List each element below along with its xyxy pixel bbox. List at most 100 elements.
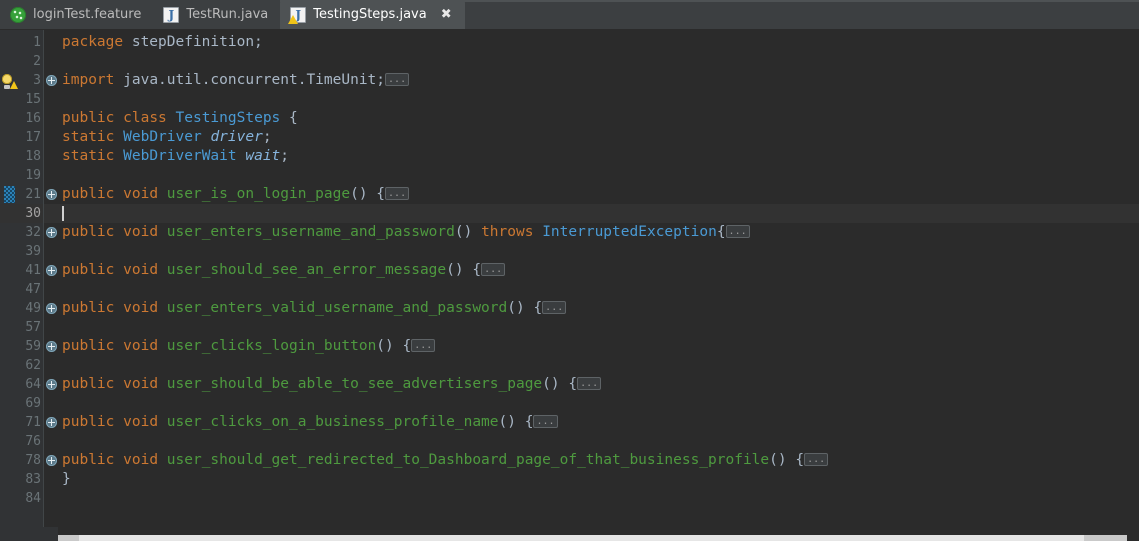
fold-slot	[44, 90, 58, 109]
collapsed-fold-placeholder[interactable]: ...	[542, 300, 567, 314]
gutter-marker-slot	[0, 261, 20, 280]
collapsed-fold-placeholder[interactable]: ...	[481, 262, 506, 276]
code-line[interactable]	[58, 242, 1139, 261]
collapsed-fold-placeholder[interactable]: ...	[533, 414, 558, 428]
fold-slot	[44, 394, 58, 413]
code-line[interactable]: public void user_clicks_on_a_business_pr…	[58, 413, 1139, 432]
horizontal-scrollbar-track[interactable]	[58, 535, 1127, 541]
code-line[interactable]: public void user_should_see_an_error_mes…	[58, 261, 1139, 280]
line-number[interactable]: 3	[20, 71, 43, 90]
fold-expand-icon[interactable]	[46, 265, 57, 276]
code-line[interactable]	[58, 204, 1139, 223]
collapsed-fold-placeholder[interactable]: ...	[411, 338, 436, 352]
line-number[interactable]: 47	[20, 280, 43, 299]
line-number[interactable]: 2	[20, 52, 43, 71]
line-number[interactable]: 78	[20, 451, 43, 470]
code-line[interactable]: public void user_is_on_login_page() {...	[58, 185, 1139, 204]
code-token-plain: () {	[376, 338, 412, 354]
line-number[interactable]: 84	[20, 489, 43, 508]
line-number[interactable]: 17	[20, 128, 43, 147]
code-line[interactable]: import java.util.concurrent.TimeUnit;...	[58, 71, 1139, 90]
gutter-marker-slot	[0, 242, 20, 261]
code-line[interactable]: public void user_enters_username_and_pas…	[58, 223, 1139, 242]
line-number[interactable]: 62	[20, 356, 43, 375]
code-line[interactable]	[58, 52, 1139, 71]
gutter-marker-slot	[0, 489, 20, 508]
code-line[interactable]	[58, 432, 1139, 451]
fold-expand-icon[interactable]	[46, 379, 57, 390]
code-line[interactable]	[58, 356, 1139, 375]
fold-expand-icon[interactable]	[46, 189, 57, 200]
code-content-area[interactable]: package stepDefinition; import java.util.…	[58, 30, 1139, 527]
code-line[interactable]	[58, 280, 1139, 299]
code-line[interactable]: public void user_should_get_redirected_t…	[58, 451, 1139, 470]
line-number[interactable]: 64	[20, 375, 43, 394]
editor-tab-testingsteps-java[interactable]: TestingSteps.java ✖	[280, 0, 465, 29]
code-editor[interactable]: 1 2 3 15 16 17 18 19 21 30 32 39 41 47 49 57 59 62 64 69 71 7…	[0, 30, 1139, 527]
editor-tab-testrun-java[interactable]: TestRun.java	[153, 0, 281, 29]
fold-expand-icon[interactable]	[46, 75, 57, 86]
code-token-kw: void	[123, 414, 159, 430]
line-number[interactable]: 16	[20, 109, 43, 128]
code-line[interactable]: public void user_clicks_login_button() {…	[58, 337, 1139, 356]
fold-expand-icon[interactable]	[46, 227, 57, 238]
code-folding-strip[interactable]	[44, 30, 58, 527]
code-line[interactable]: public void user_should_be_able_to_see_a…	[58, 375, 1139, 394]
code-token-plain: () {	[498, 414, 534, 430]
code-line[interactable]	[58, 318, 1139, 337]
line-number[interactable]: 21	[20, 185, 43, 204]
collapsed-fold-placeholder[interactable]: ...	[385, 72, 410, 86]
fold-slot	[44, 413, 58, 432]
collapsed-fold-placeholder[interactable]: ...	[385, 186, 410, 200]
collapsed-fold-placeholder[interactable]: ...	[804, 452, 829, 466]
code-token-kw: public	[62, 224, 115, 240]
fold-expand-icon[interactable]	[46, 341, 57, 352]
code-line[interactable]: }	[58, 470, 1139, 489]
line-number[interactable]: 83	[20, 470, 43, 489]
gutter-marker-slot	[0, 166, 20, 185]
line-number[interactable]: 76	[20, 432, 43, 451]
gutter-marker-slot	[0, 90, 20, 109]
code-line[interactable]: static WebDriverWait wait;	[58, 147, 1139, 166]
intention-bulb-icon[interactable]	[1, 73, 18, 89]
line-number-gutter[interactable]: 1 2 3 15 16 17 18 19 21 30 32 39 41 47 49 57 59 62 64 69 71 7…	[20, 30, 44, 527]
collapsed-fold-placeholder[interactable]: ...	[725, 224, 750, 238]
line-number[interactable]: 39	[20, 242, 43, 261]
line-number[interactable]: 1	[20, 33, 43, 52]
code-line[interactable]: public class TestingSteps {	[58, 109, 1139, 128]
editor-tab-bar: loginTest.feature TestRun.java TestingStep…	[0, 0, 1139, 30]
line-number[interactable]: 18	[20, 147, 43, 166]
line-number[interactable]: 32	[20, 223, 43, 242]
line-number[interactable]: 49	[20, 299, 43, 318]
line-number[interactable]: 15	[20, 90, 43, 109]
code-line[interactable]: package stepDefinition;	[58, 33, 1139, 52]
code-line[interactable]	[58, 90, 1139, 109]
collapsed-fold-placeholder[interactable]: ...	[577, 376, 602, 390]
horizontal-scrollbar-thumb[interactable]	[79, 535, 1085, 541]
code-line[interactable]: public void user_enters_valid_username_a…	[58, 299, 1139, 318]
close-icon[interactable]: ✖	[440, 7, 453, 22]
line-number[interactable]: 30	[20, 204, 43, 223]
code-line[interactable]	[58, 394, 1139, 413]
editor-icon-strip[interactable]	[0, 30, 20, 527]
code-token-kw: void	[123, 262, 159, 278]
line-number[interactable]: 71	[20, 413, 43, 432]
code-line[interactable]: static WebDriver driver;	[58, 128, 1139, 147]
line-number[interactable]: 59	[20, 337, 43, 356]
fold-expand-icon[interactable]	[46, 417, 57, 428]
line-number[interactable]: 69	[20, 394, 43, 413]
fold-expand-icon[interactable]	[46, 303, 57, 314]
line-number[interactable]: 41	[20, 261, 43, 280]
line-number[interactable]: 57	[20, 318, 43, 337]
code-line[interactable]	[58, 166, 1139, 185]
gutter-marker-slot	[0, 356, 20, 375]
line-number[interactable]: 19	[20, 166, 43, 185]
fold-slot	[44, 337, 58, 356]
fold-expand-icon[interactable]	[46, 455, 57, 466]
code-token-plain: stepDefinition;	[131, 34, 263, 50]
vcs-change-marker-icon[interactable]	[4, 186, 15, 203]
code-line[interactable]	[58, 489, 1139, 508]
editor-tab-logintest-feature[interactable]: loginTest.feature	[0, 0, 154, 29]
